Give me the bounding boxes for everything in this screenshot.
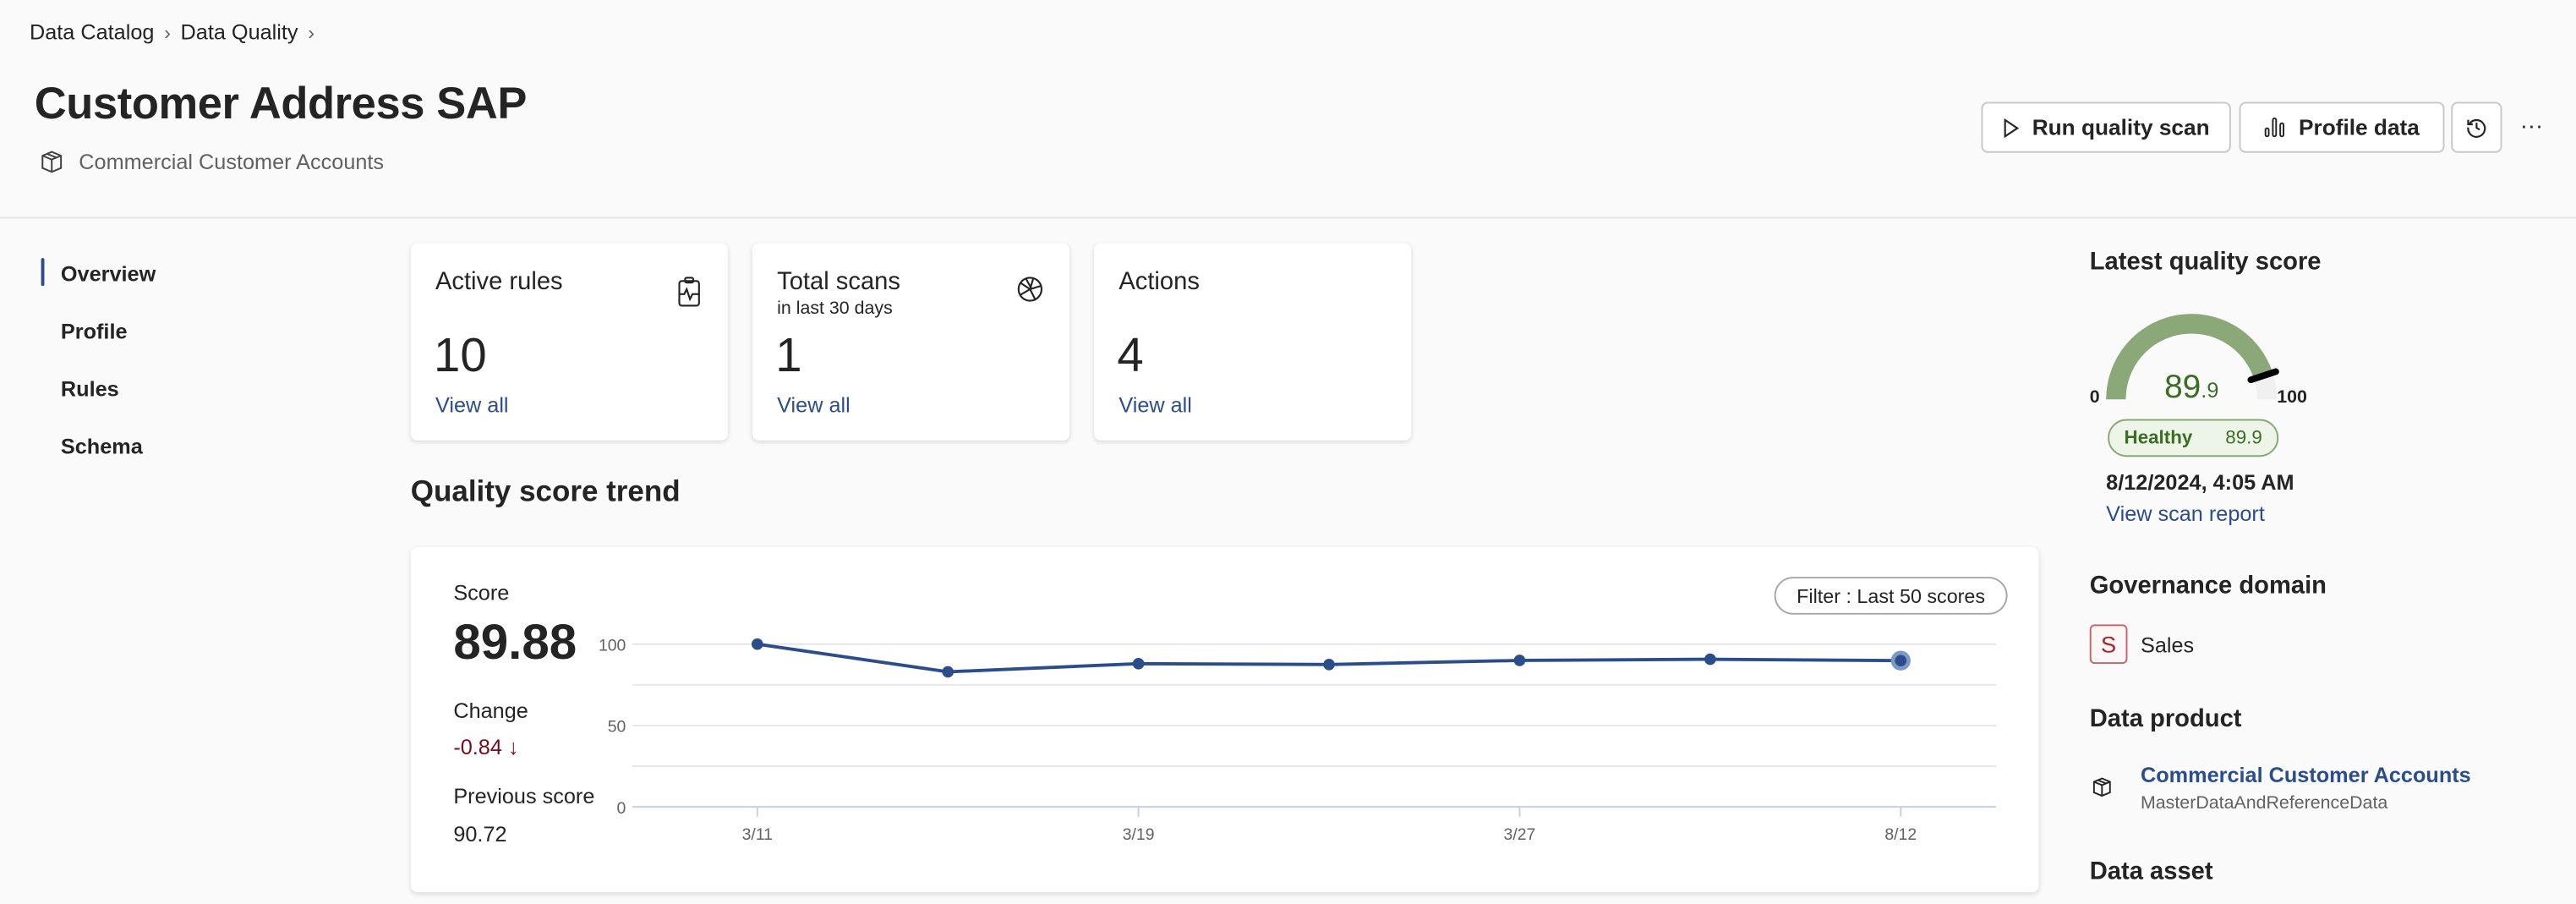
- data-point: [1323, 658, 1335, 671]
- x-tick-label: 3/11: [742, 825, 773, 844]
- cube-icon: [2092, 777, 2111, 797]
- cube-icon: [41, 151, 63, 173]
- active-indicator: [41, 258, 45, 287]
- gauge-track: [2253, 372, 2278, 400]
- chevron-right-icon: ›: [308, 20, 315, 44]
- card-total-scans: Total scans in last 30 days 1 View all: [752, 243, 1070, 441]
- page-title: Customer Address SAP: [34, 79, 528, 129]
- play-icon: [2004, 117, 2020, 138]
- card-title: Total scans: [777, 267, 900, 296]
- bar-chart-icon: [2265, 117, 2285, 138]
- card-actions: Actions 4 View all: [1094, 243, 1412, 441]
- data-product-subtitle: MasterDataAndReferenceData: [2140, 793, 2388, 814]
- governance-domain-title: Governance domain: [2089, 572, 2327, 600]
- card-value: 1: [775, 330, 802, 383]
- view-scan-report-link[interactable]: View scan report: [2106, 501, 2265, 526]
- aperture-icon: [1017, 277, 1043, 302]
- breadcrumb-data-catalog[interactable]: Data Catalog: [30, 19, 154, 44]
- gauge-value-int: 89: [2164, 369, 2201, 405]
- status-value: 89.9: [2225, 428, 2262, 448]
- data-asset-title: Data asset: [2089, 857, 2213, 886]
- gauge-min-label: 0: [2090, 386, 2100, 407]
- history-button[interactable]: [2451, 101, 2502, 153]
- data-point: [942, 666, 954, 678]
- run-quality-scan-button[interactable]: Run quality scan: [1981, 101, 2231, 153]
- data-product-title: Data product: [2089, 704, 2242, 733]
- data-point: [1704, 653, 1716, 666]
- breadcrumb: Data Catalog › Data Quality ›: [30, 19, 314, 44]
- page-subtitle: Commercial Customer Accounts: [40, 150, 384, 174]
- domain-badge: S: [2089, 624, 2128, 665]
- data-point: [1132, 658, 1145, 670]
- data-point: [1513, 655, 1526, 666]
- gauge-value-dec: .9: [2201, 379, 2218, 403]
- data-point: [1895, 655, 1907, 667]
- nav-item-overview[interactable]: Overview: [61, 261, 156, 286]
- y-tick-label: 100: [599, 637, 626, 655]
- data-point: [752, 638, 763, 650]
- card-value: 4: [1117, 330, 1144, 383]
- x-tick-label: 8/12: [1884, 825, 1917, 844]
- clipboard-pulse-icon: [678, 277, 700, 307]
- view-all-link[interactable]: View all: [1118, 392, 1192, 417]
- trend-card: Score 89.88 Change -0.84 ↓ Previous scor…: [410, 547, 2039, 893]
- chevron-right-icon: ›: [164, 20, 171, 44]
- history-icon: [2467, 118, 2486, 138]
- card-subtitle: in last 30 days: [777, 299, 893, 319]
- x-tick-label: 3/27: [1504, 825, 1536, 844]
- trend-title: Quality score trend: [410, 474, 681, 508]
- latest-score-title: Latest quality score: [2089, 248, 2322, 277]
- quality-trend-chart: 0 50 100 3/11 3/19 3/27 8/12: [599, 637, 1996, 844]
- header-divider: [0, 216, 2576, 219]
- card-active-rules: Active rules 10 View all: [410, 243, 728, 441]
- card-title: Actions: [1118, 267, 1200, 296]
- gauge-max-label: 100: [2277, 386, 2307, 407]
- nav-item-schema[interactable]: Schema: [61, 434, 143, 458]
- quality-gauge: 0 100 89.9: [2090, 314, 2307, 407]
- gauge-value: 89.9: [2164, 369, 2218, 405]
- view-all-link[interactable]: View all: [777, 392, 850, 417]
- view-all-link[interactable]: View all: [435, 392, 509, 417]
- status-label: Healthy: [2124, 428, 2193, 448]
- nav-item-rules[interactable]: Rules: [61, 376, 119, 401]
- card-title: Active rules: [435, 267, 563, 296]
- breadcrumb-data-quality[interactable]: Data Quality: [181, 19, 298, 44]
- profile-data-button[interactable]: Profile data: [2239, 101, 2445, 153]
- domain-name[interactable]: Sales: [2141, 633, 2194, 657]
- more-options-button[interactable]: ···: [2520, 112, 2543, 138]
- x-tick-label: 3/19: [1123, 825, 1155, 844]
- y-tick-label: 50: [608, 718, 626, 737]
- y-tick-label: 0: [617, 799, 626, 818]
- nav-item-profile[interactable]: Profile: [61, 319, 128, 343]
- data-product-link[interactable]: Commercial Customer Accounts: [2141, 763, 2471, 787]
- card-value: 10: [434, 330, 487, 383]
- scan-timestamp: 8/12/2024, 4:05 AM: [2106, 469, 2294, 495]
- status-badge: Healthy 89.9: [2108, 419, 2279, 457]
